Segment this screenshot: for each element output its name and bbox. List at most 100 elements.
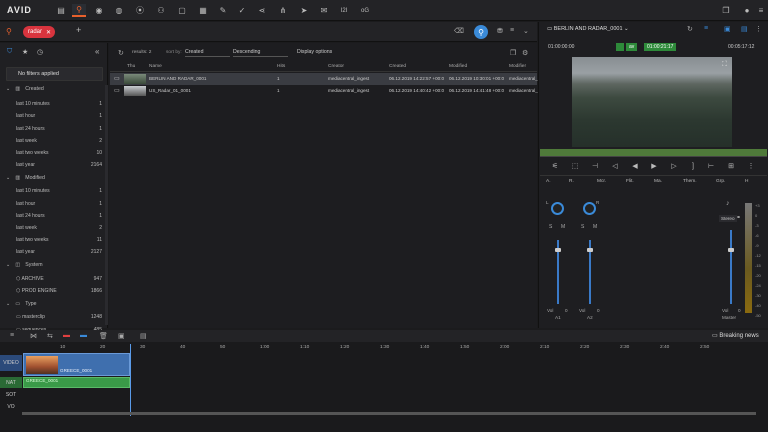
globe-icon[interactable]: ◍ — [112, 4, 126, 17]
funnel-icon[interactable]: ⛉ — [7, 48, 12, 56]
filter-item[interactable]: ⬡ ARCHIVE 947 — [16, 276, 102, 282]
nodes-icon[interactable]: ⋔ — [276, 4, 290, 17]
camera-icon[interactable]: ▣ — [724, 25, 731, 33]
user-icon[interactable]: ● — [740, 4, 754, 17]
master-fader[interactable] — [730, 230, 732, 304]
filter-item[interactable]: last week 2 — [16, 138, 102, 144]
link-icon[interactable]: ⚭ — [736, 214, 741, 221]
solo-button[interactable]: S — [581, 224, 584, 230]
filter-item[interactable]: last two weeks 10 — [16, 150, 102, 156]
menu-icon[interactable]: ≡ — [10, 332, 14, 339]
menu-icon[interactable]: ≡ — [754, 4, 768, 17]
track-nat[interactable]: NAT — [0, 377, 22, 388]
filter-item[interactable]: last year 2164 — [16, 162, 102, 168]
clock-icon[interactable]: ◷ — [37, 48, 43, 56]
next-icon[interactable]: ⊢ — [707, 162, 715, 170]
audio-clip[interactable]: GREECE_0001 — [23, 377, 130, 388]
audio-tab[interactable]: H — [745, 179, 748, 184]
star-icon[interactable]: ★ — [22, 48, 28, 56]
eye-icon[interactable]: ◉ — [92, 4, 106, 17]
og-icon[interactable]: oG — [358, 4, 372, 17]
filter-icon[interactable]: ⛃ — [497, 27, 503, 35]
search-chip[interactable]: radar ✕ — [23, 26, 56, 38]
fullscreen-icon[interactable]: ⛶ — [722, 61, 727, 69]
grid-icon[interactable]: ▦ — [196, 4, 210, 17]
step-forward-icon[interactable]: ▷ — [670, 162, 678, 170]
chat-icon[interactable]: ▢ — [175, 4, 189, 17]
fader-handle[interactable] — [555, 248, 561, 252]
filter-item[interactable]: last hour 1 — [16, 113, 102, 119]
loop-icon[interactable]: ⬚ — [571, 162, 579, 170]
filter-group-header[interactable]: ⌄ ◫ System — [6, 262, 43, 268]
mail-icon[interactable]: ✉ — [317, 4, 331, 17]
filter-item[interactable]: last week 2 — [16, 225, 102, 231]
refresh-icon[interactable]: ↻ — [118, 49, 124, 57]
more-icon[interactable]: ⋮ — [755, 25, 762, 33]
mark-icon[interactable]: ⚟ — [551, 162, 559, 170]
collapse-icon[interactable]: « — [95, 47, 99, 56]
video-clip[interactable]: GREECE_0001 — [23, 353, 130, 376]
copy-icon[interactable]: ❐ — [719, 4, 733, 17]
timeline-ruler[interactable] — [130, 344, 768, 352]
column-created[interactable]: Created — [389, 64, 406, 69]
audio-tab[interactable]: Ma. — [654, 179, 662, 184]
chevron-down-icon[interactable]: ⌄ — [6, 175, 10, 181]
folder-icon[interactable]: ▤ — [54, 4, 68, 17]
gear-icon[interactable]: ⚙ — [522, 49, 528, 57]
column-modified[interactable]: Modified — [449, 64, 467, 69]
playhead[interactable] — [130, 344, 131, 416]
save-icon[interactable]: ▣ — [118, 332, 125, 340]
audio-tab[interactable]: Them. — [683, 179, 697, 184]
mark-out-icon[interactable]: ] — [689, 162, 697, 170]
mute-button[interactable]: M — [593, 224, 597, 230]
stereo-select[interactable]: Stereo — [719, 215, 737, 222]
filter-item[interactable]: last 24 hours 1 — [16, 126, 102, 132]
column-hits[interactable]: Hits — [277, 64, 285, 69]
filter-group-header[interactable]: ⌄ ▭ Type — [6, 301, 37, 307]
timeline-scrollbar[interactable] — [22, 412, 756, 415]
pan-knob[interactable] — [551, 202, 564, 215]
sequence-icon[interactable]: ▤ — [140, 332, 147, 340]
add-icon[interactable]: + — [76, 25, 81, 35]
column-thumbnail[interactable]: Thu — [127, 64, 135, 69]
chevron-down-icon[interactable]: ⌄ — [6, 262, 10, 268]
rewind-icon[interactable]: ◀ — [631, 162, 639, 170]
overwrite-icon[interactable]: ⇆ — [47, 332, 53, 340]
scrollbar[interactable] — [105, 85, 108, 325]
sort-direction-select[interactable]: Descending — [233, 49, 288, 57]
list-icon[interactable]: ≡ — [510, 27, 514, 34]
display-options-button[interactable]: Display options — [297, 49, 332, 55]
monitor-icon[interactable]: ▤ — [741, 25, 748, 33]
check-icon[interactable]: ✓ — [235, 4, 249, 17]
solo-button[interactable]: S — [549, 224, 552, 230]
mode-select[interactable]: av — [626, 43, 638, 51]
chevron-down-icon[interactable]: ⌄ — [6, 301, 10, 307]
list-icon[interactable]: ≡ — [704, 25, 708, 32]
pan-knob[interactable] — [583, 202, 596, 215]
sort-field-select[interactable]: Created — [185, 49, 230, 57]
copy-icon[interactable]: ❐ — [510, 49, 516, 57]
filter-item[interactable]: ▭ masterclip 1248 — [16, 314, 102, 320]
share-icon[interactable]: ⋖ — [255, 4, 269, 17]
audio-tab[interactable]: Grp. — [716, 179, 725, 184]
track-sot[interactable]: SOT — [0, 389, 22, 400]
column-creator[interactable]: Creator — [328, 64, 344, 69]
users-icon[interactable]: ⚇ — [154, 4, 168, 17]
chevron-down-icon[interactable]: ⌄ — [523, 27, 529, 35]
audio-tab[interactable]: Flit. — [626, 179, 634, 184]
record-icon[interactable]: ⦿ — [133, 4, 147, 17]
settings-icon[interactable]: ⋮ — [747, 162, 755, 170]
mute-button[interactable]: M — [561, 224, 565, 230]
scrub-bar[interactable] — [540, 149, 767, 156]
table-row[interactable]: ▭ BERLIN AND RADAR_0001 1 mediacentral_i… — [110, 73, 538, 85]
filter-item[interactable]: last two weeks 11 — [16, 237, 102, 243]
filter-group-header[interactable]: ⌄ ▥ Modified — [6, 175, 45, 181]
filter-item[interactable]: ⬡ PROD ENGINE 1866 — [16, 288, 102, 294]
audio-tab[interactable]: A. — [546, 179, 551, 184]
fader-handle[interactable] — [728, 248, 734, 252]
split-icon[interactable]: ⋈ — [30, 332, 37, 340]
search-button[interactable]: ⚲ — [474, 25, 488, 39]
filter-item[interactable]: last 24 hours 1 — [16, 213, 102, 219]
filter-item[interactable]: last 10 minutes 1 — [16, 188, 102, 194]
clear-icon[interactable]: ⌫ — [454, 27, 464, 35]
